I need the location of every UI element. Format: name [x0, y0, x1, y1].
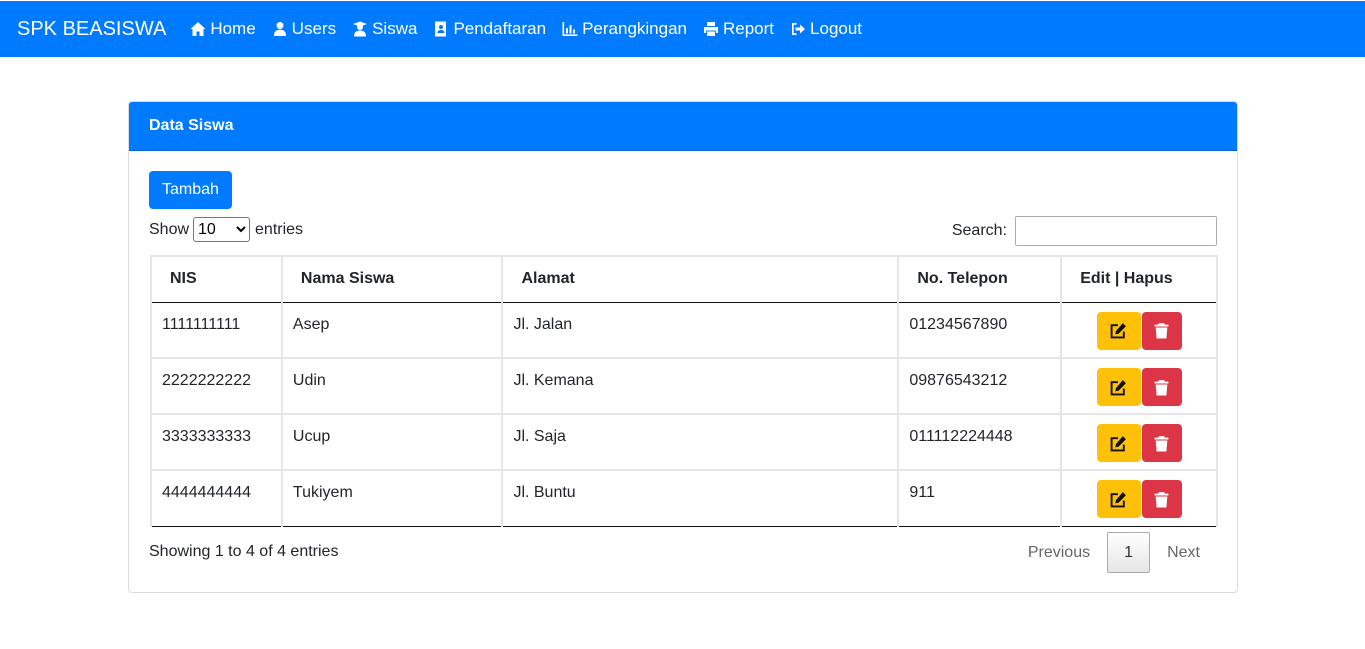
cell-nama: Asep — [280, 302, 504, 359]
table-row: 2222222222 Udin Jl. Kemana 09876543212 — [150, 358, 1218, 415]
cell-telepon: 09876543212 — [897, 358, 1063, 415]
siswa-table: NIS Nama Siswa Alamat No. Telepon Edit |… — [150, 255, 1218, 527]
next-page-button[interactable]: Next — [1150, 544, 1217, 562]
table-row: 1111111111 Asep Jl. Jalan 01234567890 — [150, 302, 1218, 359]
card-header: Data Siswa — [129, 102, 1237, 151]
delete-button[interactable] — [1141, 368, 1182, 406]
nav-pendaftaran-label: Pendaftaran — [453, 19, 547, 38]
table-row: 4444444444 Tukiyem Jl. Buntu 911 — [150, 470, 1218, 527]
search-control: Search: — [952, 216, 1217, 246]
cell-telepon: 011112224448 — [897, 414, 1063, 471]
nav-home[interactable]: Home — [190, 19, 256, 39]
nav-users-label: Users — [291, 19, 337, 38]
data-siswa-card: Data Siswa Tambah Show 10 entries Search… — [128, 101, 1238, 593]
bar-chart-icon — [562, 22, 578, 36]
column-header-actions: Edit | Hapus — [1060, 255, 1218, 303]
cell-telepon: 911 — [897, 470, 1063, 527]
nav-logout[interactable]: Logout — [790, 19, 862, 39]
edit-button[interactable] — [1096, 368, 1141, 406]
nav-report-label: Report — [723, 19, 775, 38]
pagination: Previous 1 Next — [1011, 532, 1217, 573]
entries-label: entries — [255, 220, 304, 238]
page-length-select[interactable]: 10 — [193, 217, 251, 242]
cell-telepon: 01234567890 — [897, 302, 1063, 359]
print-icon — [704, 22, 718, 36]
cell-nama: Ucup — [280, 414, 504, 471]
page-length-control: Show 10 entries — [149, 217, 303, 242]
previous-page-button[interactable]: Previous — [1011, 544, 1107, 562]
edit-button[interactable] — [1096, 480, 1141, 518]
nav-users[interactable]: Users — [272, 19, 336, 39]
cell-alamat: Jl. Buntu — [501, 470, 900, 527]
search-input[interactable] — [1015, 216, 1217, 246]
cell-nis: 3333333333 — [150, 414, 283, 471]
nav-perangkingan-label: Perangkingan — [582, 19, 687, 38]
trash-icon — [1154, 491, 1169, 507]
cell-nis: 2222222222 — [150, 358, 283, 415]
edit-icon — [1110, 379, 1127, 395]
edit-icon — [1110, 491, 1127, 507]
column-header-nis[interactable]: NIS — [150, 255, 283, 303]
search-label: Search: — [951, 222, 1007, 239]
cell-alamat: Jl. Jalan — [501, 302, 900, 359]
delete-button[interactable] — [1141, 311, 1182, 350]
edit-icon — [1110, 323, 1127, 339]
show-label: Show — [149, 220, 190, 238]
card-title: Data Siswa — [149, 117, 234, 134]
table-info: Showing 1 to 4 of 4 entries — [149, 543, 339, 560]
page-1-button[interactable]: 1 — [1107, 532, 1151, 573]
trash-icon — [1154, 323, 1169, 339]
delete-button[interactable] — [1141, 424, 1182, 462]
edit-button[interactable] — [1096, 311, 1141, 350]
nav-siswa[interactable]: Siswa — [352, 19, 417, 39]
home-icon — [190, 22, 206, 36]
user-icon — [273, 22, 286, 36]
brand-title[interactable]: SPK BEASISWA — [17, 18, 166, 41]
sign-out-icon — [792, 23, 806, 35]
cell-actions — [1060, 470, 1218, 527]
table-header-row: NIS Nama Siswa Alamat No. Telepon Edit |… — [150, 255, 1218, 303]
cell-alamat: Jl. Saja — [501, 414, 900, 471]
cell-alamat: Jl. Kemana — [501, 358, 900, 415]
address-card-icon — [435, 21, 447, 37]
cell-nama: Udin — [280, 358, 504, 415]
student-icon — [353, 21, 368, 37]
nav-home-label: Home — [210, 19, 256, 38]
cell-actions — [1060, 414, 1218, 471]
delete-button[interactable] — [1141, 480, 1182, 518]
nav-report[interactable]: Report — [703, 19, 774, 39]
nav-perangkingan[interactable]: Perangkingan — [562, 19, 687, 39]
column-header-telepon[interactable]: No. Telepon — [897, 255, 1063, 303]
edit-icon — [1110, 435, 1127, 451]
column-header-alamat[interactable]: Alamat — [501, 255, 900, 303]
cell-nis: 1111111111 — [150, 302, 283, 359]
nav-siswa-label: Siswa — [372, 19, 418, 38]
add-button[interactable]: Tambah — [149, 171, 232, 209]
column-header-nama[interactable]: Nama Siswa — [280, 255, 504, 303]
trash-icon — [1154, 435, 1169, 451]
table-row: 3333333333 Ucup Jl. Saja 011112224448 — [150, 414, 1218, 471]
edit-button[interactable] — [1096, 424, 1141, 462]
cell-actions — [1060, 302, 1218, 359]
cell-actions — [1060, 358, 1218, 415]
nav-logout-label: Logout — [810, 19, 863, 38]
nav-pendaftaran[interactable]: Pendaftaran — [433, 19, 546, 39]
top-navbar: SPK BEASISWA Home Users Siswa Pendaftara… — [0, 1, 1365, 57]
cell-nama: Tukiyem — [280, 470, 504, 527]
cell-nis: 4444444444 — [150, 470, 283, 527]
trash-icon — [1154, 379, 1169, 395]
